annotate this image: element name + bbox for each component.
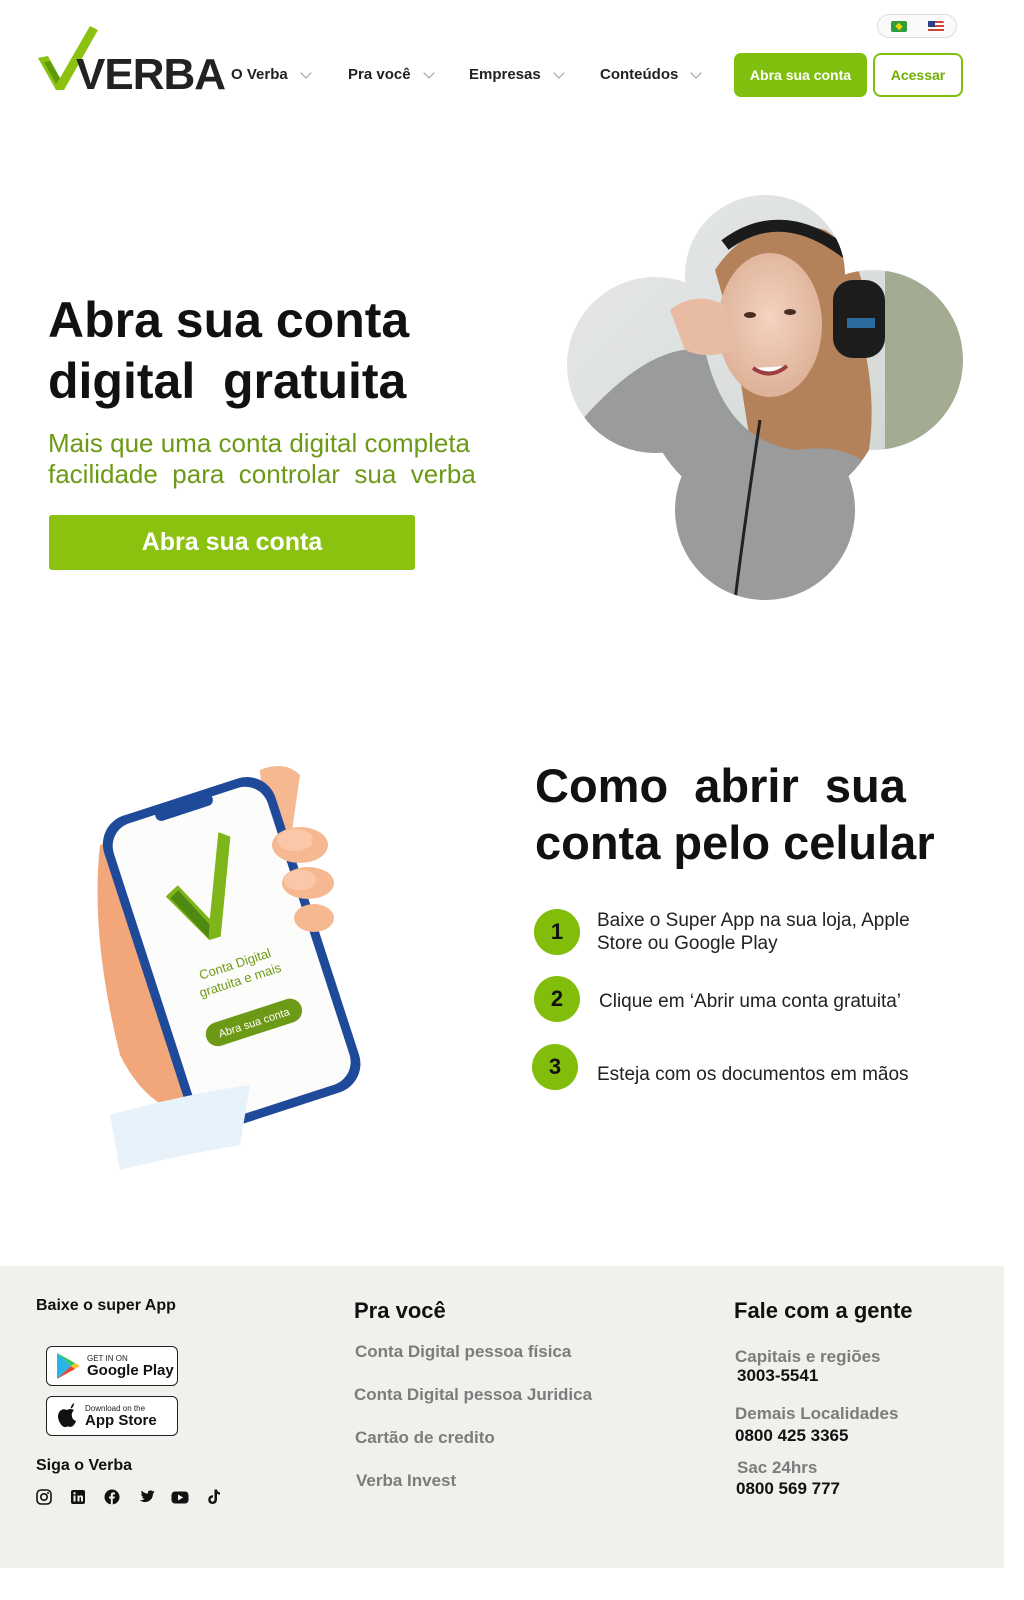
linkedin-icon[interactable]: [69, 1488, 87, 1506]
logo-wordmark: VERBA: [76, 50, 226, 99]
nav-empresas[interactable]: Empresas: [469, 66, 565, 83]
step-number-3: 3: [532, 1044, 578, 1090]
how-to-title: Como abrir sua conta pelo celular: [535, 757, 975, 871]
hero-open-account-button[interactable]: Abra sua conta: [49, 515, 415, 570]
app-store-badge[interactable]: Download on the App Store: [46, 1396, 178, 1436]
nav-label: O Verba: [231, 66, 288, 83]
nav-o-verba[interactable]: O Verba: [231, 66, 312, 83]
contact-label-sac: Sac 24hrs: [737, 1458, 818, 1477]
contact-label-capitais: Capitais e regiões: [735, 1347, 881, 1366]
step-text-3: Esteja com os documentos em mãos: [597, 1064, 909, 1085]
step-1-line2: Store ou Google Play: [597, 933, 778, 954]
hero-title: Abra sua conta digital gratuita: [48, 290, 488, 412]
brazil-flag-icon[interactable]: [891, 21, 907, 32]
step-text-1: Baixe o Super App na sua loja, Apple Sto…: [597, 909, 957, 955]
chevron-down-icon: [553, 66, 565, 79]
verba-logo[interactable]: VERBA: [38, 26, 226, 99]
hero-subtitle-line1: Mais que uma conta digital completa: [48, 428, 471, 458]
footer-follow-heading: Siga o Verba: [36, 1457, 133, 1474]
footer-link-conta-pf[interactable]: Conta Digital pessoa física: [355, 1342, 571, 1362]
footer-link-verba-invest[interactable]: Verba Invest: [356, 1471, 456, 1491]
chevron-down-icon: [690, 66, 702, 79]
step-number-1: 1: [534, 909, 580, 955]
contact-phone-capitais[interactable]: 3003-5541: [737, 1366, 818, 1386]
site-header: VERBA O Verba Pra você Empresas Conteúdo…: [0, 0, 1004, 130]
chevron-down-icon: [422, 66, 435, 79]
google-play-big: Google Play: [87, 1361, 174, 1379]
contact-phone-demais[interactable]: 0800 425 3365: [735, 1426, 848, 1446]
instagram-icon[interactable]: [35, 1488, 53, 1506]
hero-title-line2: digital gratuita: [48, 353, 407, 409]
chevron-down-icon: [300, 66, 312, 79]
apple-icon: [58, 1403, 76, 1428]
hero-subtitle: Mais que uma conta digital completa faci…: [48, 428, 498, 490]
hero-subtitle-line2: facilidade para controlar sua verba: [48, 459, 476, 489]
step-number-2: 2: [534, 976, 580, 1022]
hero-title-line1: Abra sua conta: [48, 292, 410, 348]
login-button[interactable]: Acessar: [873, 53, 963, 97]
how-to-title-line1: Como abrir sua: [535, 759, 906, 812]
facebook-icon[interactable]: [103, 1488, 121, 1506]
footer-link-conta-pj[interactable]: Conta Digital pessoa Juridica: [354, 1385, 592, 1405]
tiktok-icon[interactable]: [205, 1488, 223, 1506]
footer-link-cartao[interactable]: Cartão de credito: [355, 1428, 495, 1448]
nav-label: Pra você: [348, 66, 411, 83]
footer-contact-heading: Fale com a gente: [734, 1298, 913, 1323]
nav-label: Empresas: [469, 66, 541, 83]
footer-pra-voce-heading: Pra você: [354, 1298, 446, 1323]
nav-pra-voce[interactable]: Pra você: [348, 66, 435, 83]
open-account-button[interactable]: Abra sua conta: [734, 53, 867, 97]
hero-clover-photo: [567, 195, 963, 600]
step-1-line1: Baixe o Super App na sua loja, Apple: [597, 910, 910, 931]
google-play-icon: [57, 1353, 80, 1379]
contact-label-demais: Demais Localidades: [735, 1404, 899, 1423]
language-switcher[interactable]: [877, 14, 957, 38]
nav-label: Conteúdos: [600, 66, 679, 83]
google-play-badge[interactable]: GET IN ON Google Play: [46, 1346, 178, 1386]
nav-conteudos[interactable]: Conteúdos: [600, 66, 702, 83]
footer-app-heading: Baixe o super App: [36, 1297, 176, 1314]
twitter-icon[interactable]: [137, 1488, 155, 1506]
contact-phone-sac[interactable]: 0800 569 777: [736, 1479, 840, 1499]
step-text-2: Clique em ‘Abrir uma conta gratuita’: [599, 991, 902, 1012]
how-to-title-line2: conta pelo celular: [535, 816, 935, 869]
phone-illustration: Conta Digital gratuita e mais Abra sua c…: [97, 766, 361, 1170]
app-store-big: App Store: [85, 1411, 157, 1429]
youtube-icon[interactable]: [171, 1488, 189, 1506]
us-flag-icon[interactable]: [928, 21, 944, 32]
